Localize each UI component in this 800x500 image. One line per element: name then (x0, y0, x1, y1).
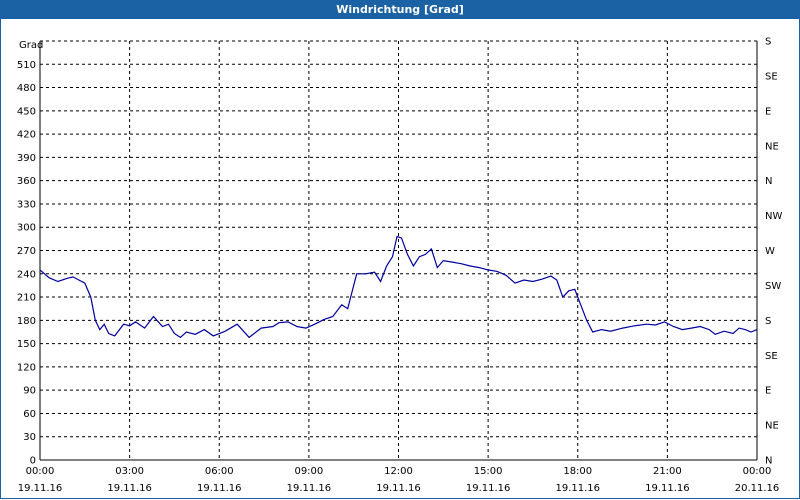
y-tick-label: 0 (30, 456, 36, 467)
x-tick-time-label: 03:00 (115, 466, 144, 477)
x-tick-time-label: 15:00 (474, 466, 503, 477)
y-tick-label: 90 (23, 386, 36, 397)
right-axis-label: N (765, 456, 772, 467)
right-axis-label: W (765, 246, 775, 257)
y-tick-label: 180 (17, 316, 36, 327)
y-tick-label: 420 (17, 130, 36, 141)
right-axis-label: N (765, 176, 772, 187)
y-tick-label: 210 (17, 293, 36, 304)
x-tick-time-label: 00:00 (743, 466, 772, 477)
right-axis-label: S (765, 316, 771, 327)
y-tick-label: 480 (17, 83, 36, 94)
y-tick-label: 270 (17, 246, 36, 257)
x-tick-time-label: 21:00 (653, 466, 682, 477)
right-axis-label: NE (765, 141, 779, 152)
x-tick-date-label: 19.11.16 (376, 483, 421, 494)
chart-title: Windrichtung [Grad] (0, 0, 800, 19)
y-axis-label: Grad (19, 40, 43, 51)
x-tick-time-label: 06:00 (205, 466, 234, 477)
right-axis-label: SE (765, 71, 778, 82)
y-tick-label: 300 (17, 223, 36, 234)
y-tick-label: 120 (17, 362, 36, 373)
x-tick-date-label: 19.11.16 (466, 483, 511, 494)
wind-direction-chart: 0 30 60 90 120 150 180 210 240 270 300 330 360 390 420… (17, 37, 783, 495)
y-tick-label: 330 (17, 199, 36, 210)
x-tick-date-label: 19.11.16 (645, 483, 690, 494)
x-tick-date-label: 19.11.16 (555, 483, 600, 494)
x-tick-date-label: 19.11.16 (107, 483, 152, 494)
right-axis-label: NW (765, 211, 782, 222)
y-tick-label: 30 (23, 432, 36, 443)
right-axis-label: NE (765, 421, 779, 432)
right-axis-label: E (765, 386, 771, 397)
x-tick-time-label: 00:00 (26, 466, 55, 477)
right-axis-label: SE (765, 351, 778, 362)
y-tick-label: 150 (17, 339, 36, 350)
chart-frame: 0 30 60 90 120 150 180 210 240 270 300 330 360 390 420… (0, 19, 800, 499)
right-axis-label: S (765, 37, 771, 48)
y-tick-label: 60 (23, 409, 36, 420)
x-tick-date-label: 19.11.16 (197, 483, 242, 494)
y-tick-label: 390 (17, 153, 36, 164)
x-tick-time-label: 09:00 (294, 466, 323, 477)
x-tick-time-label: 18:00 (563, 466, 592, 477)
x-tick-date-label: 19.11.16 (287, 483, 332, 494)
y-tick-label: 510 (17, 60, 36, 71)
y-tick-label: 240 (17, 269, 36, 280)
y-tick-label: 360 (17, 176, 36, 187)
x-tick-time-label: 12:00 (384, 466, 413, 477)
y-tick-label: 450 (17, 106, 36, 117)
right-axis-label: E (765, 106, 771, 117)
right-axis-label: SW (765, 281, 781, 292)
x-tick-date-label: 19.11.16 (18, 483, 63, 494)
x-tick-date-label: 20.11.16 (735, 483, 780, 494)
